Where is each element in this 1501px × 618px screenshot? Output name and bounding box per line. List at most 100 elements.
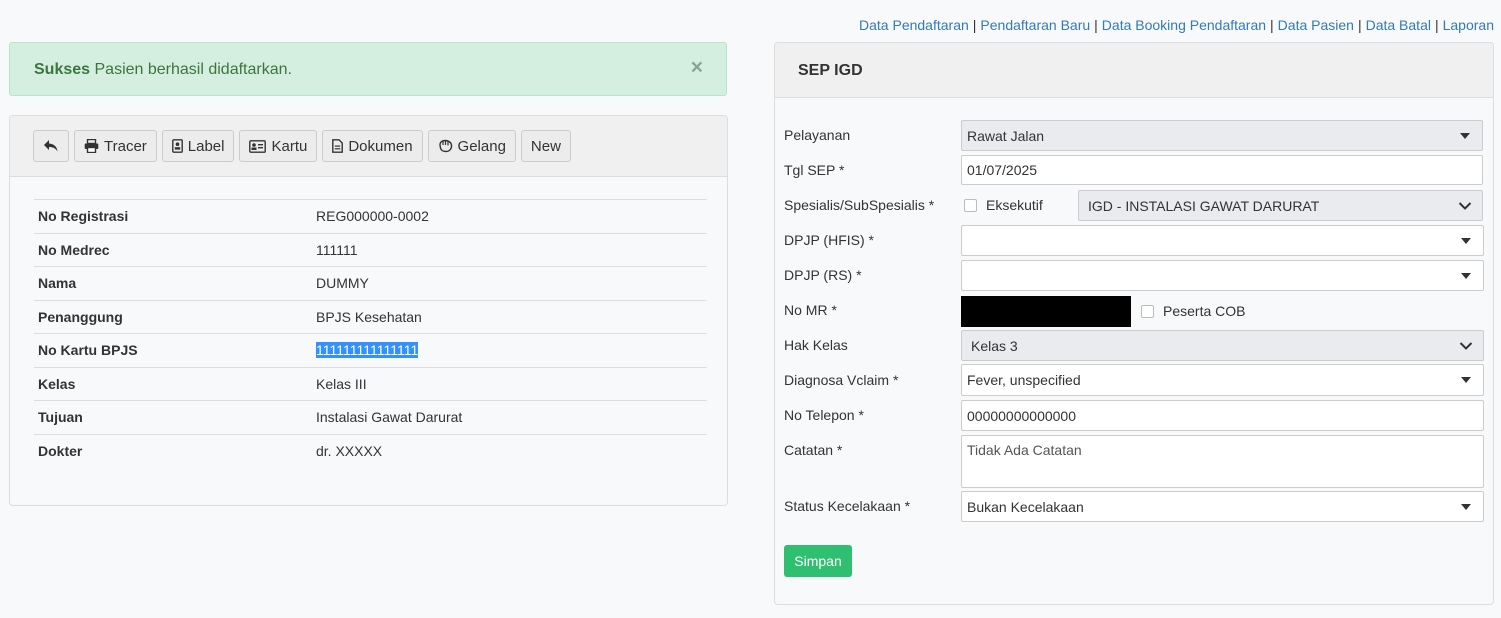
no-mr-redacted-input[interactable] <box>961 296 1131 327</box>
new-button[interactable]: New <box>520 130 571 162</box>
table-row: Tujuan Instalasi Gawat Darurat <box>34 400 707 434</box>
row-value: dr. XXXXX <box>312 433 707 467</box>
caret-down-icon <box>1461 237 1471 244</box>
hak-kelas-label: Hak Kelas <box>784 337 848 353</box>
nav-data-pasien[interactable]: Data Pasien <box>1278 17 1354 33</box>
row-label: Nama <box>34 266 312 300</box>
row-value: Instalasi Gawat Darurat <box>312 400 707 434</box>
peserta-cob-checkbox[interactable] <box>1141 305 1154 318</box>
caret-down-icon <box>1461 503 1471 510</box>
nav-laporan[interactable]: Laporan <box>1443 17 1494 33</box>
gelang-button[interactable]: Gelang <box>427 130 516 162</box>
nav-separator: | <box>1094 17 1098 33</box>
gelang-label: Gelang <box>457 137 506 155</box>
table-row: No Registrasi REG000000-0002 <box>34 199 707 233</box>
tracer-label: Tracer <box>104 137 147 155</box>
catatan-label: Catatan * <box>784 442 843 458</box>
patient-panel: Tracer Label Kartu Dokumen Gelang New No… <box>9 115 728 506</box>
selected-text: 111111111111111 <box>316 342 419 359</box>
dokumen-button[interactable]: Dokumen <box>322 130 423 162</box>
row-label: No Kartu BPJS <box>34 333 312 367</box>
patient-info-table: No Registrasi REG000000-0002 No Medrec 111… <box>34 199 707 467</box>
pelayanan-value: Rawat Jalan <box>967 127 1045 144</box>
spesialis-label: Spesialis/SubSpesialis * <box>784 197 935 213</box>
table-row: Dokter dr. XXXXX <box>34 433 707 467</box>
status-kecelakaan-select[interactable]: Bukan Kecelakaan <box>961 491 1484 522</box>
alert-close-button[interactable]: × <box>691 57 703 78</box>
diagnosa-select[interactable]: Fever, unspecified <box>961 364 1484 396</box>
row-value: BPJS Kesehatan <box>312 299 707 334</box>
telepon-input[interactable]: 00000000000000 <box>961 400 1484 431</box>
new-label: New <box>530 137 561 155</box>
telepon-label: No Telepon * <box>784 407 864 423</box>
printer-icon <box>84 139 99 153</box>
caret-down-icon <box>1461 272 1471 279</box>
label-label: Label <box>187 137 225 155</box>
table-row: No Medrec 111111 <box>34 232 707 267</box>
sep-panel-header: SEP IGD <box>775 43 1493 98</box>
eksekutif-checkbox[interactable] <box>964 199 977 212</box>
catatan-value: Tidak Ada Catatan <box>967 442 1082 458</box>
row-label: Kelas <box>34 366 312 401</box>
diagnosa-value: Fever, unspecified <box>967 372 1081 388</box>
spesialis-value: IGD - INSTALASI GAWAT DARURAT <box>1088 197 1320 214</box>
alert-strong: Sukses <box>34 61 91 78</box>
file-text-icon <box>332 139 344 153</box>
chevron-down-icon <box>1459 341 1473 350</box>
dpjp-hfis-select[interactable] <box>961 225 1484 256</box>
tgl-sep-value: 01/07/2025 <box>967 162 1038 178</box>
kartu-button[interactable]: Kartu <box>239 130 318 162</box>
table-row: Penanggung BPJS Kesehatan <box>34 299 707 334</box>
row-value: REG000000-0002 <box>312 199 707 233</box>
label-button[interactable]: Label <box>161 130 235 162</box>
caret-down-icon <box>1460 132 1470 139</box>
telepon-value: 00000000000000 <box>967 407 1077 424</box>
undo-icon <box>44 140 58 152</box>
row-value: 111111111111111 <box>312 333 707 367</box>
eksekutif-label: Eksekutif <box>986 197 1043 213</box>
peserta-cob-label: Peserta COB <box>1163 303 1246 319</box>
pelayanan-label: Pelayanan <box>784 127 851 143</box>
row-value: Kelas III <box>312 366 707 401</box>
pelayanan-select[interactable]: Rawat Jalan <box>961 120 1483 151</box>
status-kecelakaan-label: Status Kecelakaan * <box>784 498 911 514</box>
nav-pendaftaran-baru[interactable]: Pendaftaran Baru <box>980 17 1090 33</box>
table-row: Kelas Kelas III <box>34 366 707 401</box>
caret-down-icon <box>1461 377 1471 383</box>
row-label: Penanggung <box>34 299 312 334</box>
spesialis-select[interactable]: IGD - INSTALASI GAWAT DARURAT <box>1078 190 1483 221</box>
status-kecelakaan-value: Bukan Kecelakaan <box>967 498 1084 515</box>
row-label: No Registrasi <box>34 199 312 233</box>
alert-message: Sukses Pasien berhasil didaftarkan. <box>34 61 292 79</box>
simpan-button[interactable]: Simpan <box>784 545 852 577</box>
id-badge-icon <box>171 139 183 153</box>
dpjp-rs-select[interactable] <box>961 260 1484 291</box>
row-value: 111111 <box>312 232 707 267</box>
nav-separator: | <box>1434 17 1439 33</box>
row-value: DUMMY <box>312 266 707 300</box>
nav-data-batal[interactable]: Data Batal <box>1366 17 1431 33</box>
sep-title: SEP IGD <box>798 62 863 79</box>
hand-icon <box>438 139 452 153</box>
diagnosa-label: Diagnosa Vclaim * <box>784 372 899 388</box>
table-row: Nama DUMMY <box>34 266 707 300</box>
patient-toolbar: Tracer Label Kartu Dokumen Gelang New <box>10 116 727 177</box>
id-card-icon <box>249 139 267 153</box>
hak-kelas-select[interactable]: Kelas 3 <box>961 330 1484 361</box>
kartu-label: Kartu <box>271 137 308 155</box>
catatan-textarea[interactable]: Tidak Ada Catatan <box>961 435 1484 488</box>
back-button[interactable] <box>33 130 69 162</box>
tgl-sep-input[interactable]: 01/07/2025 <box>961 155 1483 185</box>
chevron-down-icon <box>1458 201 1472 210</box>
row-label: Tujuan <box>34 400 312 434</box>
dpjp-hfis-label: DPJP (HFIS) * <box>784 232 874 248</box>
nav-data-booking[interactable]: Data Booking Pendaftaran <box>1102 17 1266 33</box>
tracer-button[interactable]: Tracer <box>74 130 157 162</box>
nav-separator: | <box>1357 17 1362 33</box>
top-navigation: Data Pendaftaran | Pendaftaran Baru | Data B… <box>859 17 1494 33</box>
dpjp-rs-label: DPJP (RS) * <box>784 267 862 283</box>
sep-panel: SEP IGD Pelayanan Rawat Jalan Tgl SEP * … <box>774 42 1494 605</box>
dokumen-label: Dokumen <box>348 137 413 155</box>
nav-data-pendaftaran[interactable]: Data Pendaftaran <box>859 17 969 33</box>
row-label: Dokter <box>34 433 312 467</box>
